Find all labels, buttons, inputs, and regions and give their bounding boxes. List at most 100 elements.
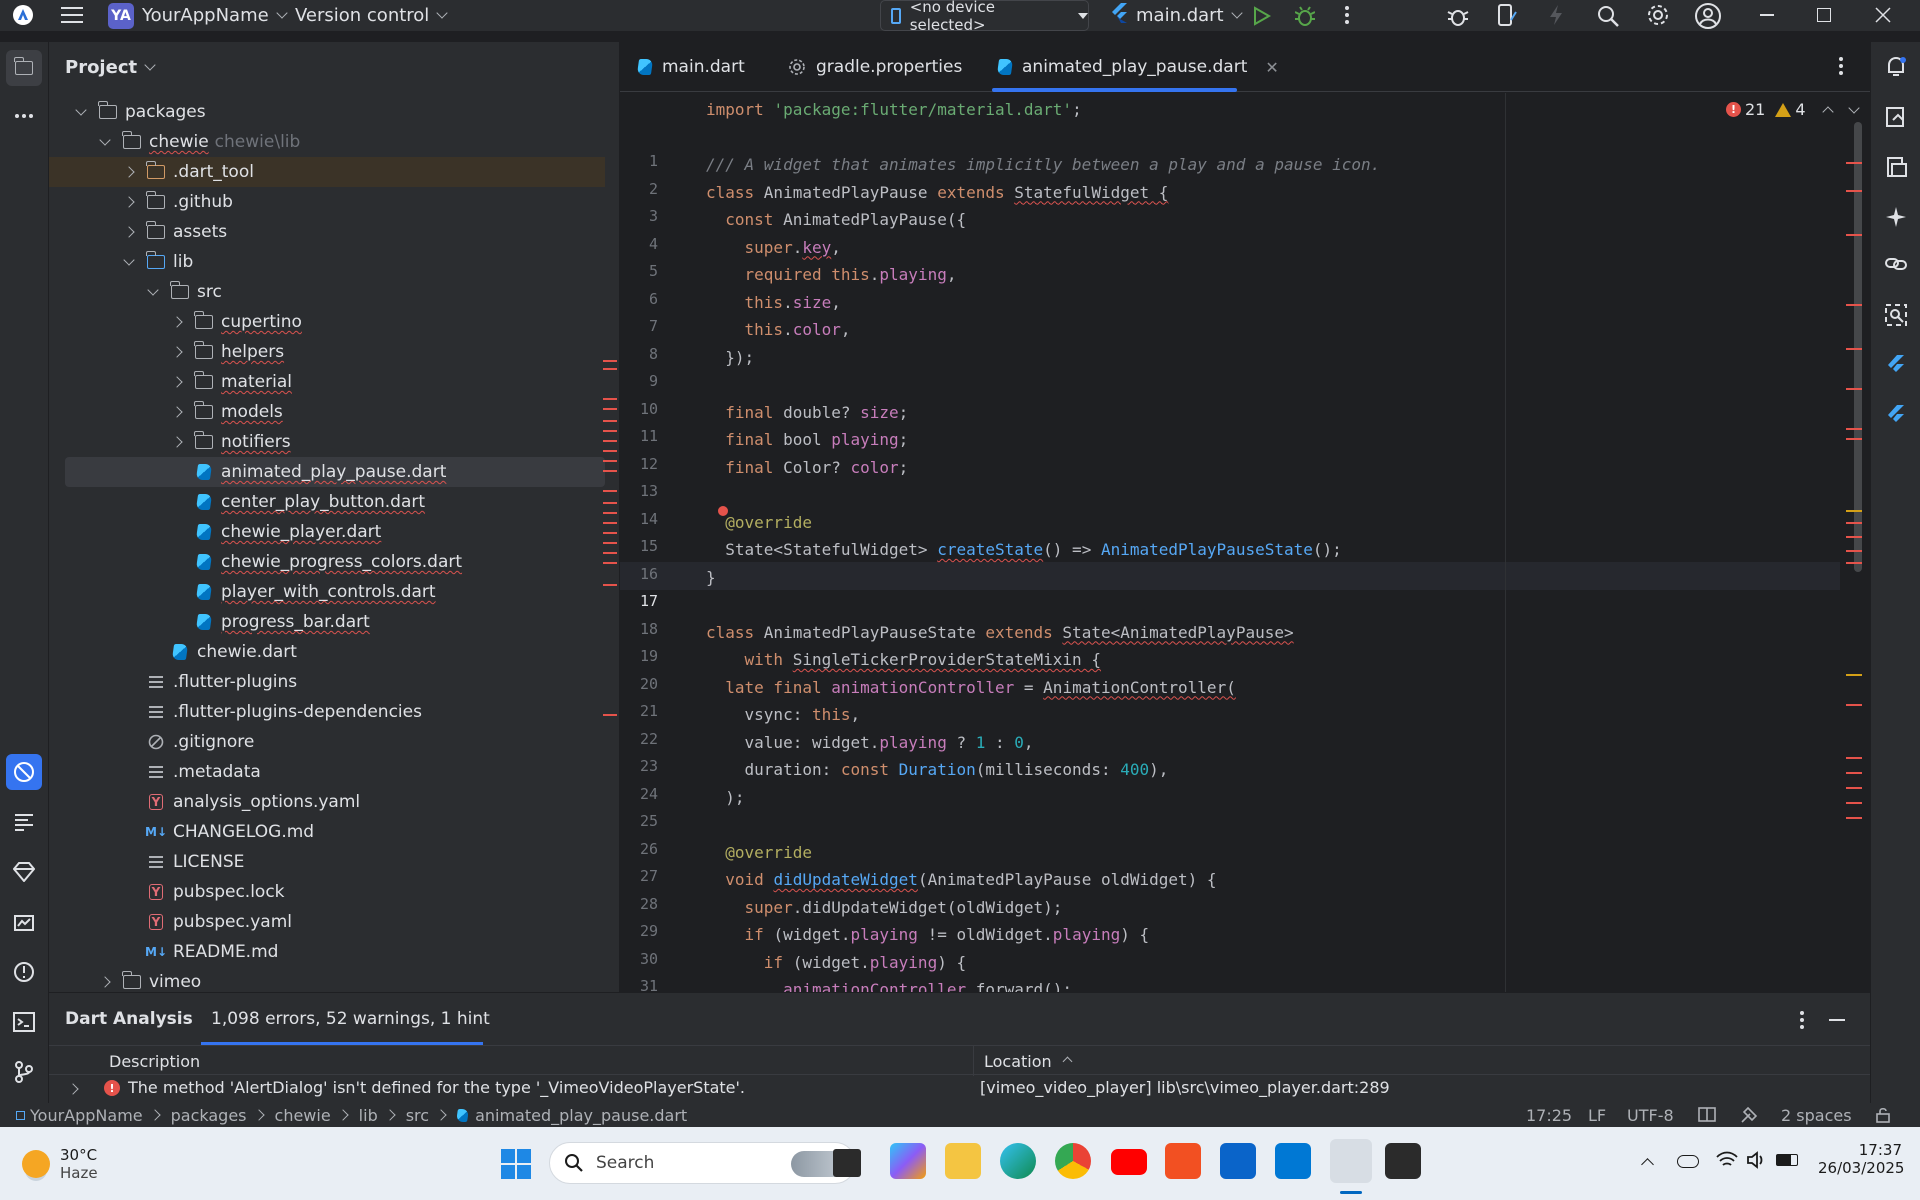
flutter-outline-icon[interactable] — [1885, 354, 1905, 380]
chevron-right-icon[interactable] — [97, 976, 113, 988]
chevron-down-icon[interactable] — [145, 284, 161, 296]
volume-icon[interactable] — [1746, 1151, 1766, 1173]
tree-item[interactable]: chewie.dart — [49, 637, 605, 667]
code-style-icon[interactable] — [1740, 1106, 1758, 1128]
outlook-icon[interactable] — [1220, 1143, 1256, 1179]
analysis-summary-tab[interactable]: 1,098 errors, 52 warnings, 1 hint — [201, 1001, 500, 1037]
code-line[interactable]: required this.playing, — [706, 265, 957, 284]
table-row[interactable]: ! The method 'AlertDialog' isn't defined… — [49, 1075, 1870, 1101]
code-line[interactable]: super.key, — [706, 238, 841, 257]
ai-assistant-icon[interactable] — [1885, 206, 1907, 232]
chevron-up-icon[interactable] — [1821, 105, 1834, 118]
hot-reload-icon[interactable] — [1548, 4, 1564, 26]
maximize-window-icon[interactable] — [1817, 8, 1831, 22]
chevron-down-icon[interactable] — [121, 254, 137, 266]
flutter-devtools-icon[interactable] — [1885, 404, 1905, 430]
edge-browser-icon[interactable] — [1000, 1143, 1036, 1179]
terminal-app-icon[interactable] — [1385, 1143, 1421, 1179]
tab-gradle-properties[interactable]: gradle.properties — [788, 42, 962, 92]
code-line[interactable]: const AnimatedPlayPause({ — [706, 210, 966, 229]
tree-item[interactable]: player_with_controls.dart — [49, 577, 605, 607]
chevron-down-icon[interactable] — [97, 134, 113, 146]
tree-item[interactable]: LICENSE — [49, 847, 605, 877]
tree-item[interactable]: src — [49, 277, 605, 307]
code-line[interactable]: super.didUpdateWidget(oldWidget); — [706, 898, 1063, 917]
project-panel-header[interactable]: Project — [49, 42, 619, 92]
code-line[interactable]: final double? size; — [706, 403, 908, 422]
chevron-right-icon[interactable] — [169, 406, 185, 418]
tab-animated-play-pause-dart[interactable]: animated_play_pause.dart ✕ — [996, 42, 1878, 92]
code-line[interactable]: @override — [706, 843, 812, 862]
minimize-panel-icon[interactable] — [1829, 1019, 1845, 1021]
show-hidden-icons-icon[interactable] — [1641, 1158, 1654, 1171]
tree-item[interactable]: .flutter-plugins — [49, 667, 605, 697]
code-line[interactable]: final Color? color; — [706, 458, 908, 477]
more-vertical-icon[interactable] — [1344, 5, 1350, 25]
android-studio-icon[interactable] — [1330, 1139, 1372, 1183]
code-line[interactable]: }); — [706, 348, 754, 367]
expand-row-icon[interactable] — [67, 1083, 79, 1095]
chevron-right-icon[interactable] — [169, 346, 185, 358]
tree-item[interactable]: center_play_button.dart — [49, 487, 605, 517]
tree-item[interactable]: animated_play_pause.dart — [65, 457, 605, 487]
tree-item[interactable]: lib — [49, 247, 605, 277]
chevron-right-icon[interactable] — [121, 166, 137, 178]
tree-item[interactable]: .gitignore — [49, 727, 605, 757]
tree-item[interactable]: .dart_tool — [49, 157, 605, 187]
device-manager-icon[interactable] — [1497, 4, 1517, 28]
tree-item[interactable]: Yanalysis_options.yaml — [49, 787, 605, 817]
code-line[interactable]: this.size, — [706, 293, 841, 312]
app-logo-icon[interactable] — [13, 5, 33, 25]
search-icon[interactable] — [1596, 4, 1620, 28]
reader-mode-icon[interactable] — [1698, 1107, 1716, 1127]
line-separator[interactable]: LF — [1588, 1106, 1606, 1125]
tree-item[interactable]: material — [49, 367, 605, 397]
attach-debugger-icon[interactable] — [1446, 4, 1470, 28]
project-switcher[interactable]: YA YourAppName — [108, 0, 288, 31]
clock[interactable]: 17:37 26/03/2025 — [1818, 1141, 1904, 1177]
terminal-tool-button[interactable] — [6, 1004, 42, 1040]
code-line[interactable]: } — [706, 568, 716, 587]
layout-inspector-icon[interactable] — [1885, 304, 1907, 330]
code-line[interactable]: value: widget.playing ? 1 : 0, — [706, 733, 1034, 752]
panel-options-icon[interactable] — [1799, 1011, 1805, 1033]
chevron-right-icon[interactable] — [169, 436, 185, 448]
column-location[interactable]: Location — [984, 1052, 1052, 1071]
breadcrumb-item[interactable]: YourAppName — [30, 1106, 143, 1125]
chevron-right-icon[interactable] — [169, 316, 185, 328]
breadcrumb-item[interactable]: lib — [359, 1106, 378, 1125]
problems-tool-button[interactable] — [6, 954, 42, 990]
code-line[interactable]: this.color, — [706, 320, 851, 339]
git-tool-button[interactable] — [6, 1054, 42, 1090]
code-line[interactable]: vsync: this, — [706, 705, 861, 724]
project-tool-button[interactable] — [6, 50, 42, 86]
account-icon[interactable] — [1694, 2, 1722, 30]
code-line[interactable]: class AnimatedPlayPause extends Stateful… — [706, 183, 1168, 202]
code-line[interactable]: if (widget.playing) { — [706, 953, 966, 972]
breadcrumb-item[interactable]: chewie — [275, 1106, 331, 1125]
file-explorer-icon[interactable] — [945, 1143, 981, 1179]
onedrive-cloud-icon[interactable] — [1677, 1155, 1699, 1168]
indent-setting[interactable]: 2 spaces — [1781, 1106, 1852, 1125]
tree-item[interactable]: .flutter-plugins-dependencies — [49, 697, 605, 727]
taskbar-search[interactable]: Search — [549, 1142, 856, 1184]
run-config-selector[interactable]: main.dart — [1110, 0, 1243, 31]
breadcrumb-item[interactable]: animated_play_pause.dart — [475, 1106, 687, 1125]
tree-item[interactable]: notifiers — [49, 427, 605, 457]
close-tab-icon[interactable]: ✕ — [1265, 58, 1278, 77]
structure-tool-button[interactable] — [6, 804, 42, 840]
breadcrumb-item[interactable]: packages — [171, 1106, 247, 1125]
breadcrumb-item[interactable]: src — [406, 1106, 429, 1125]
task-view-icon[interactable] — [833, 1149, 861, 1177]
battery-icon[interactable] — [1776, 1154, 1798, 1166]
tree-item[interactable]: chewie_player.dart — [49, 517, 605, 547]
gradle-icon[interactable] — [1885, 106, 1907, 132]
chevron-right-icon[interactable] — [121, 226, 137, 238]
code-line[interactable]: final bool playing; — [706, 430, 908, 449]
code-line[interactable]: duration: const Duration(milliseconds: 4… — [706, 760, 1169, 779]
code-line[interactable]: import 'package:flutter/material.dart'; — [706, 100, 1082, 119]
file-encoding[interactable]: UTF-8 — [1627, 1106, 1674, 1125]
debug-icon[interactable] — [1295, 5, 1315, 27]
tab-options-icon[interactable] — [1838, 56, 1844, 80]
windows-start-icon[interactable] — [501, 1149, 531, 1179]
